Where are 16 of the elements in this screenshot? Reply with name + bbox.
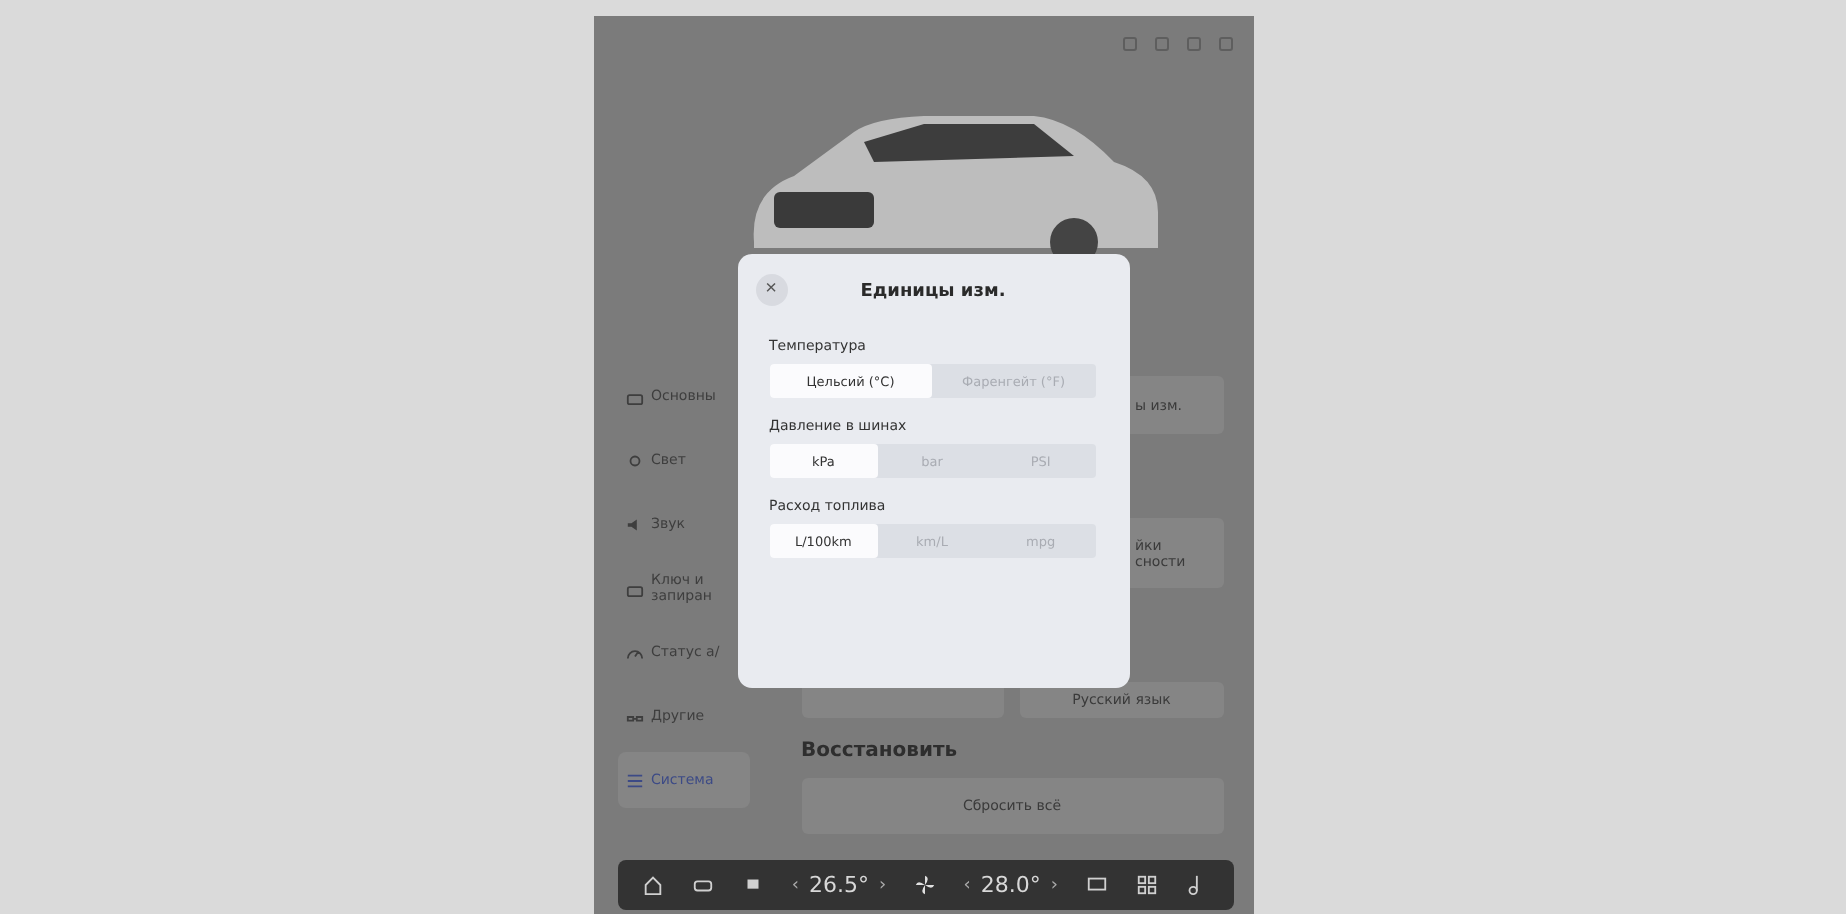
sun-icon bbox=[625, 451, 643, 469]
decrease-button[interactable]: ‹ bbox=[791, 875, 799, 895]
grid-icon[interactable] bbox=[1135, 874, 1158, 896]
home-icon[interactable] bbox=[642, 874, 665, 896]
screen-icon[interactable] bbox=[1085, 874, 1108, 896]
dialog-title: Единицы изм. bbox=[860, 282, 1006, 302]
section-heading: Восстановить bbox=[801, 740, 960, 762]
sliders-icon bbox=[625, 771, 643, 789]
fan-icon[interactable] bbox=[913, 874, 936, 896]
speaker-icon bbox=[625, 515, 643, 533]
close-button[interactable]: × bbox=[755, 274, 787, 306]
increase-button[interactable]: › bbox=[879, 875, 887, 895]
temperature-value: 26.5° bbox=[809, 872, 869, 898]
increase-button[interactable]: › bbox=[1050, 875, 1058, 895]
temperature-value: 28.0° bbox=[980, 872, 1041, 898]
decrease-button[interactable]: ‹ bbox=[963, 875, 971, 895]
